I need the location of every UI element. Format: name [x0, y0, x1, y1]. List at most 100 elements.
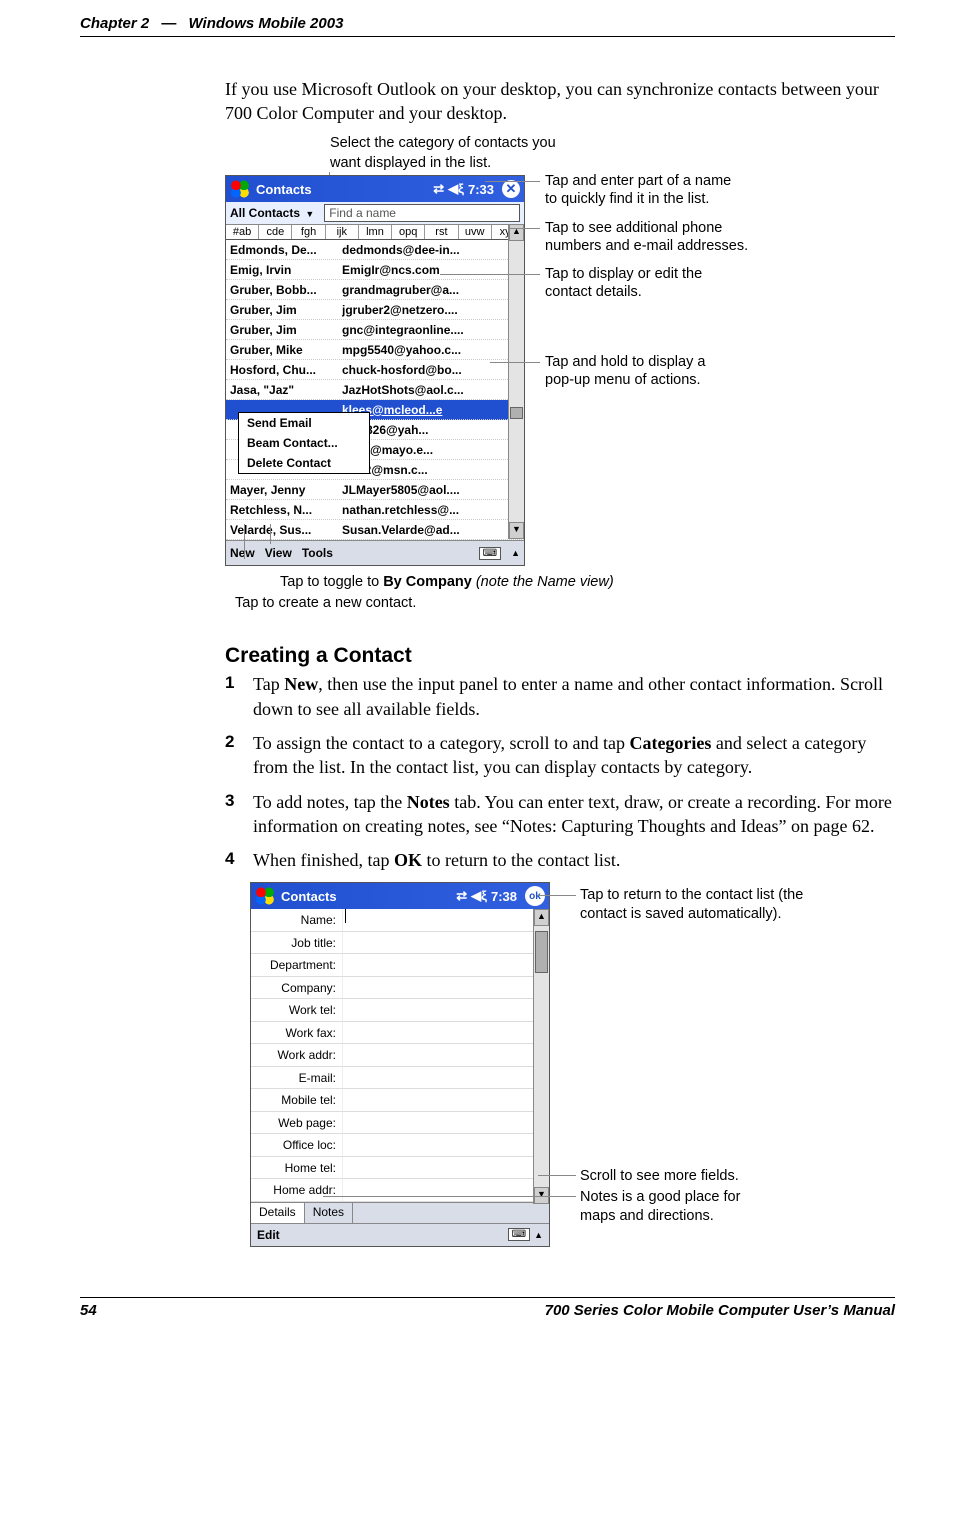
- field-email[interactable]: E-mail:: [251, 1067, 549, 1090]
- vertical-scrollbar[interactable]: ▲ ▼: [508, 224, 524, 539]
- ok-button[interactable]: ok: [525, 886, 545, 906]
- scroll-down-icon[interactable]: ▼: [534, 1187, 549, 1204]
- contact-row[interactable]: Gruber, Mikempg5540@yahoo.c...e: [226, 340, 524, 360]
- alpha-tab[interactable]: fgh: [292, 225, 325, 239]
- callout-ok-return-1: Tap to return to the contact list (the: [580, 886, 803, 905]
- menu-new[interactable]: New: [230, 546, 255, 560]
- alpha-tab[interactable]: opq: [392, 225, 425, 239]
- contact-row[interactable]: Retchless, N...nathan.retchless@...e: [226, 500, 524, 520]
- sync-icon[interactable]: ⇄: [456, 888, 467, 904]
- contact-row[interactable]: Gruber, Jimgnc@integraonline....e: [226, 320, 524, 340]
- step-2: To assign the contact to a category, scr…: [225, 731, 895, 780]
- speaker-icon[interactable]: ◀ξ: [448, 181, 464, 197]
- alpha-tab[interactable]: #ab: [226, 225, 259, 239]
- contact-row[interactable]: Emig, IrvinEmigIr@ncs.come: [226, 260, 524, 280]
- context-menu: Send Email Beam Contact... Delete Contac…: [238, 412, 370, 474]
- keyboard-icon[interactable]: ⌨: [479, 547, 501, 560]
- page-footer: 54 700 Series Color Mobile Computer User…: [80, 1297, 895, 1319]
- menu-view[interactable]: View: [265, 546, 292, 560]
- field-job-title[interactable]: Job title:: [251, 932, 549, 955]
- leader-line: [490, 362, 540, 363]
- field-department[interactable]: Department:: [251, 954, 549, 977]
- contacts-list-screenshot: Contacts ⇄ ◀ξ 7:33 ✕ All Contacts ▼ Find…: [225, 175, 525, 566]
- callout-find-name-1: Tap and enter part of a name: [545, 172, 731, 191]
- callout-notes-1: Notes is a good place for: [580, 1188, 740, 1207]
- callout-new-contact: Tap to create a new contact.: [235, 593, 895, 614]
- sync-icon[interactable]: ⇄: [433, 181, 444, 197]
- bottom-menubar: New View Tools ⌨ ▲: [226, 540, 524, 565]
- contact-form: Name: ▼ Job title: Department: Company: …: [251, 909, 549, 1202]
- field-company[interactable]: Company:: [251, 977, 549, 1000]
- page-number: 54: [80, 1302, 97, 1319]
- field-work-tel[interactable]: Work tel:: [251, 999, 549, 1022]
- contact-row[interactable]: Gruber, Jimjgruber2@netzero....e: [226, 300, 524, 320]
- field-work-fax[interactable]: Work fax:: [251, 1022, 549, 1045]
- start-flag-icon[interactable]: [230, 180, 250, 198]
- bottom-menubar: Edit ⌨ ▲: [251, 1223, 549, 1246]
- intro-text: If you use Microsoft Outlook on your des…: [225, 77, 895, 126]
- chapter-label: Chapter 2: [80, 15, 149, 32]
- callout-display-edit-1: Tap to display or edit the: [545, 265, 702, 284]
- callout-notes-2: maps and directions.: [580, 1207, 740, 1226]
- keyboard-icon[interactable]: ⌨: [508, 1228, 530, 1241]
- scroll-up-icon[interactable]: ▲: [534, 909, 549, 926]
- clock-time[interactable]: 7:33: [468, 182, 494, 197]
- scroll-down-icon[interactable]: ▼: [509, 522, 524, 539]
- alpha-tab[interactable]: lmn: [359, 225, 392, 239]
- menu-up-icon[interactable]: ▲: [534, 1230, 543, 1240]
- callout-tap-hold-2: pop-up menu of actions.: [545, 371, 705, 390]
- start-flag-icon[interactable]: [255, 887, 275, 905]
- callout-category-2: want displayed in the list.: [330, 154, 895, 173]
- find-name-input[interactable]: Find a name: [324, 204, 520, 222]
- field-mobile-tel[interactable]: Mobile tel:: [251, 1089, 549, 1112]
- speaker-icon[interactable]: ◀ξ: [471, 888, 487, 904]
- contact-row[interactable]: Edmonds, De...dedmonds@dee-in...e: [226, 240, 524, 260]
- callout-by-company: Tap to toggle to By Company (note the Na…: [280, 572, 895, 593]
- field-home-addr[interactable]: Home addr:▼: [251, 1179, 549, 1202]
- field-work-addr[interactable]: Work addr:▼: [251, 1044, 549, 1067]
- leader-line: [485, 181, 540, 182]
- menu-delete-contact[interactable]: Delete Contact: [239, 453, 369, 473]
- callout-additional-1: Tap to see additional phone: [545, 219, 748, 238]
- menu-beam-contact[interactable]: Beam Contact...: [239, 433, 369, 453]
- contact-row[interactable]: Gruber, Bobb...grandmagruber@a...e: [226, 280, 524, 300]
- alpha-index-bar[interactable]: #ab cde fgh ijk lmn opq rst uvw xyz: [226, 225, 524, 240]
- contact-row[interactable]: Hosford, Chu...chuck-hosford@bo...e: [226, 360, 524, 380]
- menu-up-icon[interactable]: ▲: [511, 548, 520, 558]
- contact-row[interactable]: Mayer, JennyJLMayer5805@aol....e: [226, 480, 524, 500]
- menu-edit[interactable]: Edit: [257, 1228, 280, 1242]
- step-1: Tap New, then use the input panel to ent…: [225, 672, 895, 721]
- chapter-title: Windows Mobile 2003: [189, 15, 344, 32]
- app-title: Contacts: [256, 182, 312, 197]
- tab-notes[interactable]: Notes: [305, 1203, 353, 1223]
- contact-row[interactable]: Jasa, "Jaz"JazHotShots@aol.c...e: [226, 380, 524, 400]
- page-header: Chapter 2 — Windows Mobile 2003: [80, 15, 895, 37]
- tab-details[interactable]: Details: [251, 1203, 305, 1223]
- field-home-tel[interactable]: Home tel:: [251, 1157, 549, 1180]
- alpha-tab[interactable]: rst: [425, 225, 458, 239]
- titlebar: Contacts ⇄ ◀ξ 7:33 ✕: [226, 176, 524, 202]
- app-title: Contacts: [281, 889, 337, 904]
- pointer-line: [270, 524, 271, 544]
- alpha-tab[interactable]: ijk: [326, 225, 359, 239]
- callout-display-edit-2: contact details.: [545, 283, 702, 302]
- category-dropdown[interactable]: All Contacts ▼: [226, 206, 320, 220]
- alpha-tab[interactable]: uvw: [459, 225, 492, 239]
- step-4: When finished, tap OK to return to the c…: [225, 848, 895, 872]
- filter-bar: All Contacts ▼ Find a name: [226, 202, 524, 225]
- alpha-tab[interactable]: cde: [259, 225, 292, 239]
- scrollbar-thumb[interactable]: [535, 931, 548, 973]
- pointer-line: [244, 524, 245, 559]
- contact-list: Edmonds, De...dedmonds@dee-in...e Emig, …: [226, 240, 524, 540]
- close-icon[interactable]: ✕: [502, 180, 520, 198]
- titlebar: Contacts ⇄ ◀ξ 7:38 ok: [251, 883, 549, 909]
- menu-tools[interactable]: Tools: [302, 546, 333, 560]
- field-office-loc[interactable]: Office loc:: [251, 1134, 549, 1157]
- vertical-scrollbar[interactable]: ▲ ▼: [533, 909, 549, 1204]
- clock-time[interactable]: 7:38: [491, 889, 517, 904]
- field-name[interactable]: Name: ▼: [251, 909, 549, 932]
- menu-send-email[interactable]: Send Email: [239, 413, 369, 433]
- field-web-page[interactable]: Web page:: [251, 1112, 549, 1135]
- scrollbar-thumb[interactable]: [510, 407, 523, 419]
- callout-category-1: Select the category of contacts you: [330, 134, 895, 153]
